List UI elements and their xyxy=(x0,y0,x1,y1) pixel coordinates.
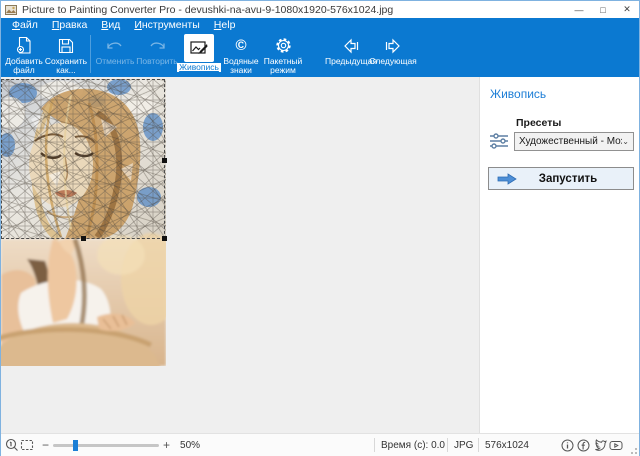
resize-grip[interactable] xyxy=(629,442,637,454)
menu-help[interactable]: Help xyxy=(207,18,243,32)
zoom-slider[interactable] xyxy=(53,444,159,447)
format-value: JPG xyxy=(448,440,478,451)
watermarks-label: Водяные знаки xyxy=(220,57,262,76)
facebook-icon[interactable] xyxy=(576,438,591,453)
statusbar: − + 50% Время (с): 0.0 JPG 576x1024 xyxy=(1,433,639,456)
sliders-icon xyxy=(488,131,510,151)
menu-file[interactable]: Файл xyxy=(5,18,45,32)
selection-handle-right[interactable] xyxy=(162,158,167,163)
copyright-icon: © xyxy=(235,34,246,57)
presets-label: Пресеты xyxy=(516,117,639,129)
save-icon xyxy=(57,34,75,57)
save-as-label: Сохранить как... xyxy=(45,57,87,76)
window-controls: — □ ✕ xyxy=(567,1,639,18)
preset-select[interactable]: Художественный - Мозаика ⌄ xyxy=(514,132,634,151)
zoom-slider-handle[interactable] xyxy=(73,440,78,451)
run-label: Запустить xyxy=(517,173,619,185)
undo-button: Отменить xyxy=(94,34,136,66)
panel-heading: Живопись xyxy=(490,87,639,101)
batch-mode-button[interactable]: Пакетный режим xyxy=(262,34,304,76)
redo-icon xyxy=(147,34,167,57)
chevron-down-icon: ⌄ xyxy=(622,137,629,146)
selection-handle-bottom[interactable] xyxy=(81,236,86,241)
titlebar: Picture to Painting Converter Pro - devu… xyxy=(1,1,639,18)
arrow-right-icon xyxy=(383,34,403,57)
toolbar-separator xyxy=(90,35,91,73)
gear-icon xyxy=(274,34,293,57)
selection-marquee[interactable] xyxy=(1,79,165,239)
arrow-left-icon xyxy=(341,34,361,57)
save-as-button[interactable]: Сохранить как... xyxy=(45,34,87,76)
painting-button[interactable]: Живопись xyxy=(178,34,220,72)
redo-label: Повторить xyxy=(136,57,178,66)
preset-row: Художественный - Мозаика ⌄ xyxy=(488,131,639,151)
content-area: Живопись Пресеты Художественный - Мозаик… xyxy=(1,77,639,433)
info-icon[interactable] xyxy=(560,438,575,453)
time-value: Время (с): 0.0 xyxy=(375,440,447,451)
preset-value: Художественный - Мозаика xyxy=(519,136,622,147)
run-button[interactable]: Запустить xyxy=(488,167,634,190)
menubar: Файл Правка Вид Инструменты Help xyxy=(1,18,639,32)
app-window: Picture to Painting Converter Pro - devu… xyxy=(0,0,640,456)
zoom-out-button[interactable]: − xyxy=(38,438,53,452)
actual-size-icon[interactable] xyxy=(4,438,19,453)
menu-view[interactable]: Вид xyxy=(94,18,127,32)
dimensions-value: 576x1024 xyxy=(479,440,535,451)
previous-button[interactable]: Предыдущая xyxy=(330,34,372,66)
run-arrow-icon xyxy=(497,173,517,185)
selection-handle-corner[interactable] xyxy=(162,236,167,241)
painting-label: Живопись xyxy=(177,63,221,72)
undo-icon xyxy=(105,34,125,57)
maximize-button[interactable]: □ xyxy=(591,1,615,18)
zoom-value: 50% xyxy=(180,440,200,451)
statusbar-right: Время (с): 0.0 JPG 576x1024 xyxy=(374,434,639,456)
undo-label: Отменить xyxy=(96,57,135,66)
menu-tools[interactable]: Инструменты xyxy=(127,18,206,32)
batch-mode-label: Пакетный режим xyxy=(262,57,304,76)
fit-to-window-icon[interactable] xyxy=(19,438,34,453)
next-label: Следующая xyxy=(369,57,417,66)
menu-edit[interactable]: Правка xyxy=(45,18,94,32)
minimize-button[interactable]: — xyxy=(567,1,591,18)
add-file-label: Добавить файл xyxy=(3,57,45,76)
redo-button: Повторить xyxy=(136,34,178,66)
window-title: Picture to Painting Converter Pro - devu… xyxy=(22,4,393,16)
youtube-icon[interactable] xyxy=(608,438,623,453)
add-file-icon xyxy=(15,34,34,57)
settings-panel: Живопись Пресеты Художественный - Мозаик… xyxy=(479,77,639,433)
image-canvas[interactable] xyxy=(1,77,479,433)
close-button[interactable]: ✕ xyxy=(615,1,639,18)
toolbar: Добавить файл Сохранить как... Отменить xyxy=(1,32,639,77)
app-icon xyxy=(5,4,17,16)
painting-icon xyxy=(184,34,214,62)
next-button[interactable]: Следующая xyxy=(372,34,414,66)
watermarks-button[interactable]: © Водяные знаки xyxy=(220,34,262,76)
twitter-icon[interactable] xyxy=(592,438,607,453)
add-file-button[interactable]: Добавить файл xyxy=(3,34,45,76)
social-links xyxy=(559,438,623,453)
zoom-in-button[interactable]: + xyxy=(159,438,174,452)
